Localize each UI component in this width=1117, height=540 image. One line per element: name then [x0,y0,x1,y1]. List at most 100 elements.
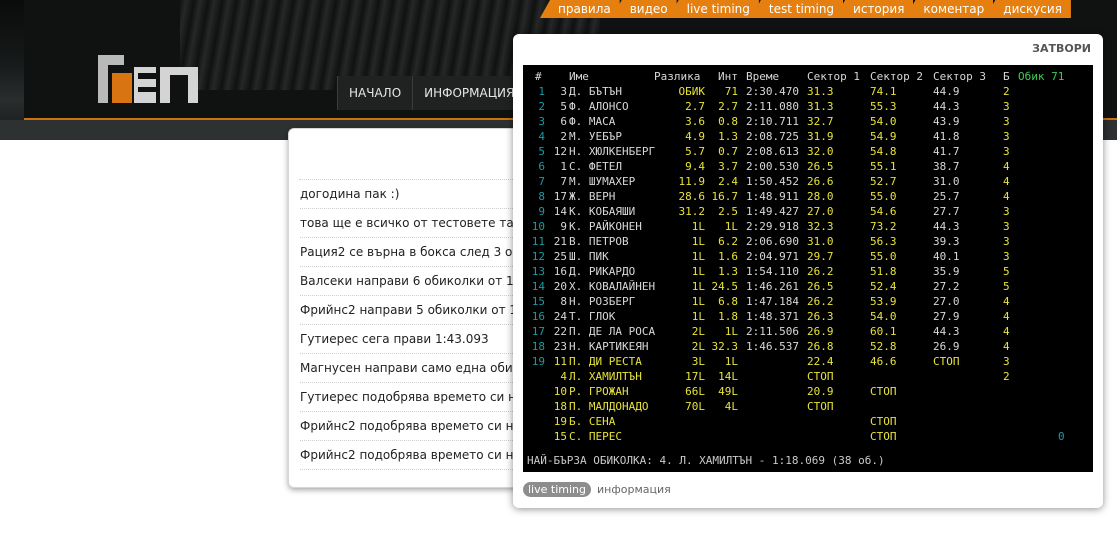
comment-item: Гутиерес подобрява времето си на [300,383,529,412]
cell-sector2: 60.1 [870,325,897,338]
cell-car-number: 6 [560,115,567,128]
cell-sector3: 43.9 [933,115,960,128]
cell-interval: 2.7 [718,100,738,113]
cell-sector2: 54.6 [870,205,897,218]
tab-live-timing-view[interactable]: live timing [523,482,591,497]
cell-car-number: 19 [553,415,567,428]
timing-screen: # Име Разлика Инт Време Сектор 1 Сектор … [523,65,1093,472]
comment-item: Магнусен направи само една обико [300,354,529,383]
cell-interval: 16.7 [711,190,739,203]
tab-test-timing[interactable]: test timing [750,0,844,18]
cell-car-number: 1 [560,160,567,173]
cell-sector1: 26.6 [807,175,834,188]
cell-sector2: 54.8 [870,145,897,158]
comment-item: Гутиерес сега прави 1:43.093 [300,325,529,354]
cell-lap-time: 1:46.261 [746,280,799,293]
cell-sector1: 28.0 [807,190,834,203]
timing-row: 8 17 Ж. ВЕРН 28.6 16.7 1:48.911 28.0 55.0 25.7 4 [523,189,1093,204]
main-nav: НАЧАЛО ИНФОРМАЦИЯ [337,76,526,110]
cell-sector3: СТОП [933,355,960,368]
site-logo[interactable] [98,55,202,107]
cell-sector3: 25.7 [933,190,960,203]
cell-lap-time: 2:29.918 [746,220,799,233]
cell-car-number: 2 [560,130,567,143]
cell-pits: 4 [1003,160,1010,173]
cell-car-number: 18 [553,400,567,413]
cell-position: 19 [531,355,545,368]
cell-sector3: 27.7 [933,205,960,218]
cell-car-number: 25 [553,250,567,263]
nav-information[interactable]: ИНФОРМАЦИЯ [412,76,526,110]
cell-pits: 4 [1003,295,1010,308]
cell-sector1: СТОП [807,370,834,383]
close-button[interactable]: ЗАТВОРИ [1032,42,1091,55]
header-position: # [535,70,542,83]
cell-pits: 2 [1003,370,1010,383]
cell-sector2: 54.9 [870,130,897,143]
header-interval: Инт [718,70,738,83]
comment-item: Фрийнс2 подобрява времето си на [300,412,529,441]
cell-lap-time: 2:30.470 [746,85,799,98]
tab-video[interactable]: видео [611,0,677,18]
cell-lap-time: 2:11.506 [746,325,799,338]
cell-lap-time: 2:08.613 [746,145,799,158]
cell-position: 3 [538,115,545,128]
cell-position: 15 [531,295,545,308]
header-time: Време [746,70,780,83]
cell-pits: 3 [1003,100,1010,113]
cell-interval: 0.7 [718,145,738,158]
cell-car-number: 14 [553,205,567,218]
cell-sector1: 31.3 [807,85,834,98]
cell-interval: 1L [724,355,738,368]
cell-position: 2 [538,100,545,113]
timing-row: 12 25 Ш. ПИК 1L 1.6 2:04.971 29.7 55.0 40.1 3 [523,249,1093,264]
comment-item: догодина пак :) [300,180,529,209]
cell-position: 18 [531,340,545,353]
cell-interval: 3.7 [718,160,738,173]
tab-commentary[interactable]: коментар [905,0,994,18]
cell-position: 13 [531,265,545,278]
cell-pits: 3 [1003,205,1010,218]
cell-interval: 0.8 [718,115,738,128]
cell-gap: 17L [685,370,705,383]
timing-footer-tabs: live timing информация [523,482,671,497]
cell-sector2: 54.0 [870,310,897,323]
cell-sector1: 26.5 [807,160,834,173]
cell-gap: 5.7 [685,145,705,158]
cell-driver-name: Б. СЕНА [569,415,616,428]
timing-row: 15 С. ПЕРЕС СТОП 0 [523,429,1093,444]
cell-lap-time: 1:46.537 [746,340,799,353]
cell-pits: 4 [1003,190,1010,203]
cell-sector3: 44.3 [933,100,960,113]
cell-sector1: 26.3 [807,310,834,323]
cell-position: 8 [538,190,545,203]
cell-pits: 4 [1003,325,1010,338]
cell-gap: 1L [691,265,705,278]
cell-gap: 1L [691,310,705,323]
cell-interval: 71 [724,85,738,98]
cell-gap: 3L [691,355,705,368]
timing-row: 10 Р. ГРОЖАН 66L 49L 20.9 СТОП [523,384,1093,399]
cell-interval: 14L [718,370,738,383]
tab-live-timing[interactable]: live timing [668,0,759,18]
cell-sector3: 40.1 [933,250,960,263]
cell-sector1: 32.3 [807,220,834,233]
cell-lap-time: 2:04.971 [746,250,799,263]
cell-interval: 2.4 [718,175,738,188]
nav-home[interactable]: НАЧАЛО [337,76,413,110]
cell-sector1: 32.0 [807,145,834,158]
tab-information-view[interactable]: информация [597,483,671,496]
cell-position: 7 [538,175,545,188]
timing-row: 11 21 В. ПЕТРОВ 1L 6.2 2:06.690 31.0 56.3 39.3 3 [523,234,1093,249]
cell-sector1: 31.3 [807,100,834,113]
cell-gap: 1L [691,235,705,248]
tab-rules[interactable]: правила [540,0,620,18]
cell-pits: 3 [1003,145,1010,158]
timing-row: 16 24 Т. ГЛОК 1L 1.8 1:48.371 26.3 54.0 27.9 4 [523,309,1093,324]
cell-sector1: 26.2 [807,265,834,278]
cell-sector2: 55.0 [870,190,897,203]
cell-position: 16 [531,310,545,323]
tab-history[interactable]: история [835,0,914,18]
cell-car-number: 20 [553,280,567,293]
tab-discussion[interactable]: дискусия [985,0,1071,18]
